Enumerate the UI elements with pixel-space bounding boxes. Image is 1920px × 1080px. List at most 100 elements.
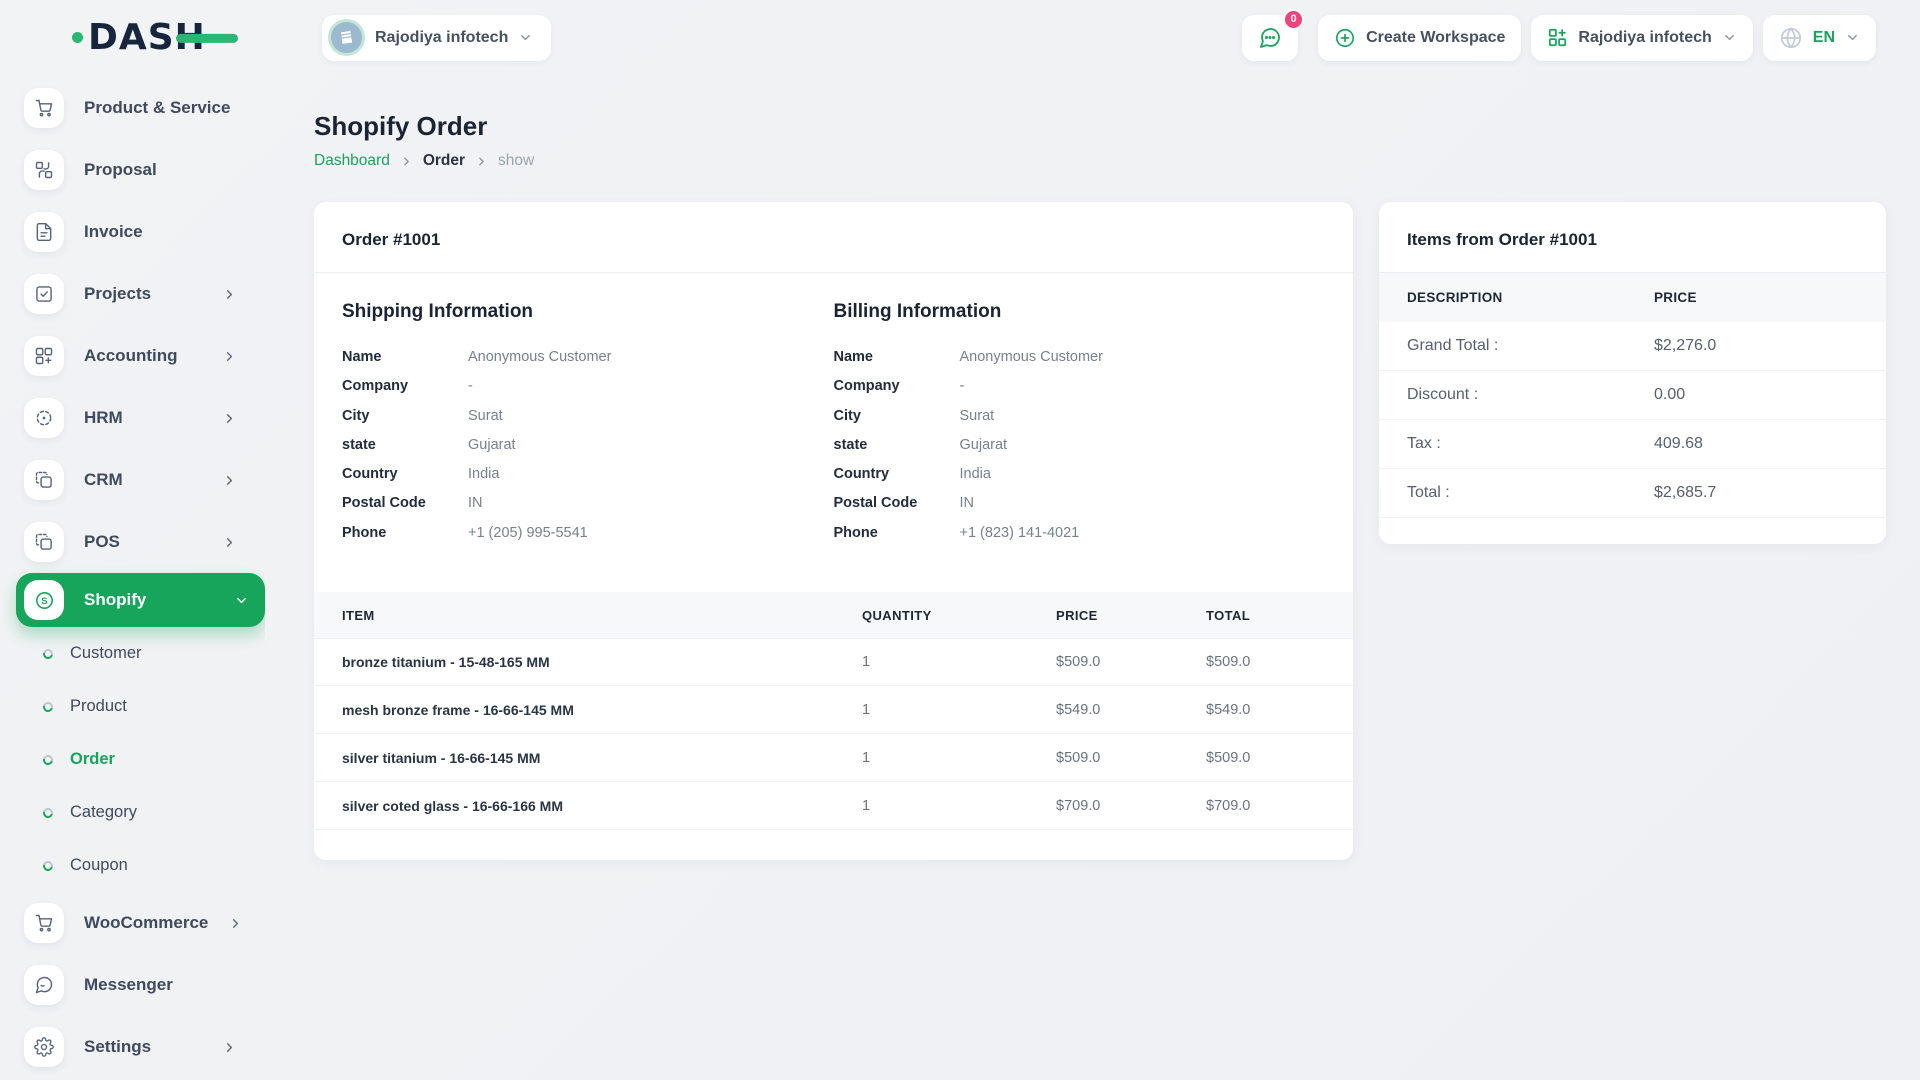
sidebar-item-pos[interactable]: POS (0, 511, 265, 573)
brand-logo[interactable]: DASH (72, 17, 206, 58)
content-grid: Order #1001 Shipping Information Name An… (314, 202, 1886, 860)
info-label: Phone (342, 523, 468, 543)
summary-label: Grand Total : (1407, 337, 1654, 355)
summary-value: 0.00 (1654, 386, 1858, 404)
chevron-down-icon (1722, 30, 1737, 45)
summary-value: 409.68 (1654, 435, 1858, 453)
summary-value: $2,276.0 (1654, 337, 1858, 355)
breadcrumb-dashboard-link[interactable]: Dashboard (314, 152, 390, 170)
item-total: $709.0 (1206, 798, 1353, 814)
item-price: $709.0 (1056, 798, 1206, 814)
chat-icon (1258, 26, 1282, 50)
company-dropdown[interactable]: Rajodiya infotech (1531, 15, 1752, 61)
summary-label: Discount : (1407, 386, 1654, 404)
items-table-header: ITEM QUANTITY PRICE TOTAL (314, 592, 1353, 638)
info-label: Postal Code (834, 493, 960, 513)
sidebar-item-proposal[interactable]: Proposal (0, 139, 265, 201)
breadcrumb-current: show (498, 152, 534, 170)
col-price: PRICE (1654, 290, 1858, 305)
info-value: - (468, 376, 473, 396)
billing-heading: Billing Information (834, 301, 1326, 323)
sidebar-item-shopify[interactable]: S Shopify (16, 573, 265, 627)
info-label: Country (342, 464, 468, 484)
chevron-right-icon (222, 1040, 237, 1055)
sidebar: Product & Service Proposal Invoice Proje… (0, 75, 265, 1080)
workspace-name: Rajodiya infotech (375, 29, 508, 47)
plus-circle-icon (1334, 27, 1356, 49)
sidebar-item-projects[interactable]: Projects (0, 263, 265, 325)
summary-row: Discount : 0.00 (1379, 371, 1886, 420)
sidebar-item-product-service[interactable]: Product & Service (0, 77, 265, 139)
info-label: state (834, 435, 960, 455)
sidebar-item-crm[interactable]: CRM (0, 449, 265, 511)
item-total: $509.0 (1206, 750, 1353, 766)
address-columns: Shipping Information Name Anonymous Cust… (314, 273, 1353, 552)
sidebar-item-customer[interactable]: Customer (0, 627, 265, 680)
chevron-right-icon (222, 349, 237, 364)
item-quantity: 1 (862, 702, 1056, 718)
logo-dash-icon (176, 33, 238, 42)
col-description: DESCRIPTION (1407, 290, 1654, 305)
col-price: PRICE (1056, 608, 1206, 623)
accounting-icon (24, 336, 64, 376)
info-value: Anonymous Customer (960, 347, 1103, 367)
sidebar-item-hrm[interactable]: HRM (0, 387, 265, 449)
billing-fields: Name Anonymous Customer Company - (834, 347, 1326, 543)
info-row: Company - (834, 376, 1326, 396)
bullet-icon (41, 806, 55, 820)
sidebar-item-product[interactable]: Product (0, 680, 265, 733)
main-content: Shopify Order Dashboard Order show Order… (265, 75, 1920, 1080)
bullet-icon (41, 700, 55, 714)
chevron-right-icon (475, 155, 488, 168)
order-items-table: ITEM QUANTITY PRICE TOTAL bronze titaniu… (314, 592, 1353, 860)
info-row: Postal Code IN (342, 493, 834, 513)
grid-icon (1547, 27, 1568, 48)
summary-table-body: Grand Total : $2,276.0 Discount : 0.00 T… (1379, 322, 1886, 518)
breadcrumb-order-link[interactable]: Order (423, 152, 465, 170)
order-card: Order #1001 Shipping Information Name An… (314, 202, 1353, 860)
info-label: Phone (834, 523, 960, 543)
item-total: $509.0 (1206, 654, 1353, 670)
sidebar-item-woocommerce[interactable]: WooCommerce (0, 892, 265, 954)
sidebar-item-accounting[interactable]: Accounting (0, 325, 265, 387)
messenger-icon (24, 965, 64, 1005)
summary-table-header: DESCRIPTION PRICE (1379, 273, 1886, 322)
shipping-fields: Name Anonymous Customer Company - (342, 347, 834, 543)
info-row: Postal Code IN (834, 493, 1326, 513)
sidebar-item-settings[interactable]: Settings (0, 1016, 265, 1078)
summary-row: Grand Total : $2,276.0 (1379, 322, 1886, 371)
items-table-body: bronze titanium - 15-48-165 MM 1 $509.0 … (314, 638, 1353, 830)
language-code: EN (1813, 29, 1835, 47)
sidebar-item-coupon[interactable]: Coupon (0, 839, 265, 892)
info-value: Surat (960, 406, 995, 426)
col-item: ITEM (342, 608, 862, 623)
hrm-icon (24, 398, 64, 438)
info-label: City (342, 406, 468, 426)
summary-card-title: Items from Order #1001 (1379, 202, 1886, 273)
create-workspace-label: Create Workspace (1366, 29, 1505, 47)
create-workspace-button[interactable]: Create Workspace (1318, 15, 1521, 61)
pos-icon (24, 522, 64, 562)
proposal-icon (24, 150, 64, 190)
info-value: Surat (468, 406, 503, 426)
billing-info: Billing Information Name Anonymous Custo… (834, 301, 1326, 552)
table-row: mesh bronze frame - 16-66-145 MM 1 $549.… (314, 686, 1353, 734)
sidebar-item-messenger[interactable]: Messenger (0, 954, 265, 1016)
item-name: mesh bronze frame - 16-66-145 MM (342, 702, 862, 718)
sidebar-item-category[interactable]: Category (0, 786, 265, 839)
messages-button[interactable]: 0 (1242, 15, 1298, 61)
sidebar-item-order[interactable]: Order (0, 733, 265, 786)
summary-label: Total : (1407, 484, 1654, 502)
summary-row: Tax : 409.68 (1379, 420, 1886, 469)
summary-label: Tax : (1407, 435, 1654, 453)
chevron-right-icon (400, 155, 413, 168)
language-selector[interactable]: EN (1763, 15, 1876, 61)
info-value: India (960, 464, 991, 484)
summary-row: Total : $2,685.7 (1379, 469, 1886, 518)
sidebar-item-invoice[interactable]: Invoice (0, 201, 265, 263)
workspace-selector[interactable]: Rajodiya infotech (322, 15, 551, 61)
chevron-down-icon (234, 593, 249, 608)
info-value: - (960, 376, 965, 396)
logo-cell: DASH (0, 0, 265, 75)
summary-card: Items from Order #1001 DESCRIPTION PRICE… (1379, 202, 1886, 544)
